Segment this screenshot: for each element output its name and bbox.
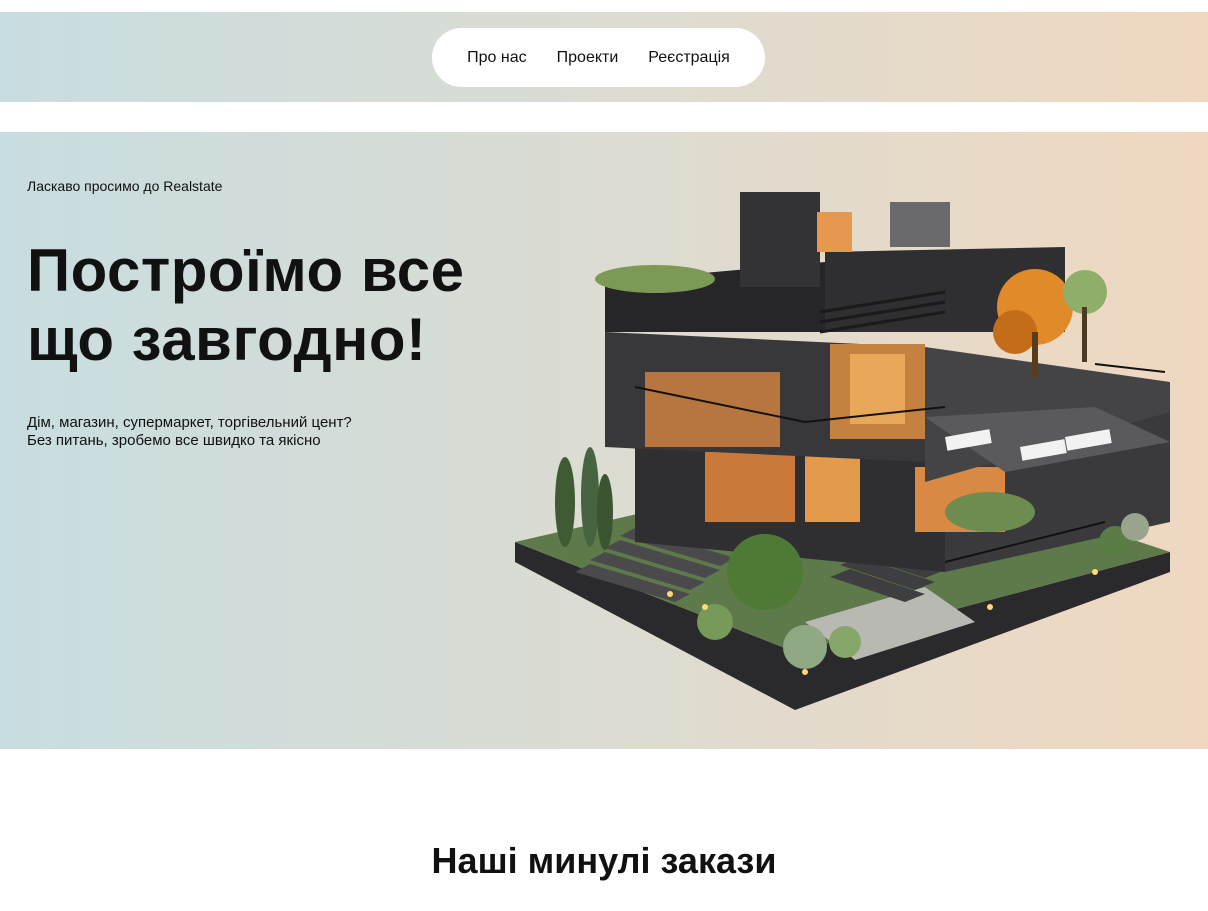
nav-link-projects[interactable]: Проекти — [557, 49, 619, 67]
subtext-line-1: Дім, магазин, супермаркет, торгівельний … — [27, 414, 352, 431]
headline-line-1: Построїмо все — [27, 237, 465, 304]
subtext-line-2: Без питань, зробемо все швидко та якісно — [27, 432, 321, 449]
nav-link-registration[interactable]: Реєстрація — [648, 49, 730, 67]
welcome-text: Ласкаво просимо до Realstate — [27, 178, 223, 194]
header-band: Про нас Проекти Реєстрація — [0, 12, 1208, 102]
hero-subtext: Дім, магазин, супермаркет, торгівельний … — [27, 414, 352, 450]
hero-section: Ласкаво просимо до Realstate Построїмо в… — [0, 132, 1208, 749]
nav-link-about[interactable]: Про нас — [467, 49, 526, 67]
main-nav: Про нас Проекти Реєстрація — [432, 28, 765, 87]
headline-line-2: що завгодно! — [27, 306, 427, 373]
hero-headline: Построїмо все що завгодно! — [27, 236, 507, 374]
past-orders-title: Наші минулі закази — [431, 840, 777, 881]
house-illustration — [515, 192, 1170, 710]
